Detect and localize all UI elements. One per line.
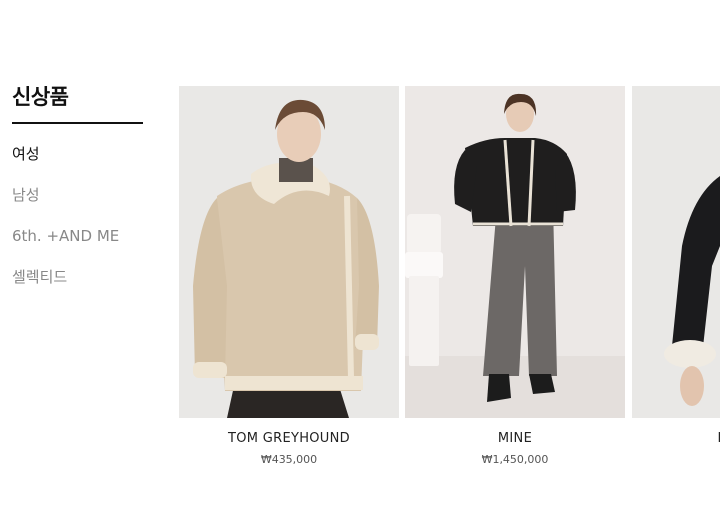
product-price-2: ₩1,450,000	[481, 453, 549, 466]
product-image-1[interactable]	[179, 86, 399, 418]
sidebar-item-6th-and-me[interactable]: 6th. +AND ME	[12, 226, 143, 267]
sidebar-item-women[interactable]: 여성	[12, 144, 143, 185]
product-carousel: TOM GREYHOUND ₩435,000 MINE ₩1,450,000	[179, 86, 720, 486]
product-photo-1	[179, 86, 399, 418]
product-photo-2	[405, 86, 625, 418]
product-card-1[interactable]: TOM GREYHOUND ₩435,000	[179, 86, 399, 467]
sidebar-title: 신상품	[12, 82, 143, 124]
product-name-1[interactable]: TOM GREYHOUND	[179, 431, 399, 447]
sidebar-list: 여성 남성 6th. +AND ME 셀렉티드	[12, 144, 143, 308]
product-card-2[interactable]: MINE ₩1,450,000	[405, 86, 625, 467]
product-image-3[interactable]	[632, 86, 720, 418]
product-price-1: ₩435,000	[260, 453, 318, 466]
sidebar-item-men[interactable]: 남성	[12, 185, 143, 226]
page: 신상품 여성 남성 6th. +AND ME 셀렉티드 TOM GREYHOUN…	[0, 0, 720, 508]
product-photo-3	[632, 86, 720, 418]
product-card-3[interactable]: FOURM ₩	[632, 86, 720, 467]
category-sidebar: 신상품 여성 남성 6th. +AND ME 셀렉티드	[12, 82, 143, 308]
product-name-2[interactable]: MINE	[405, 431, 625, 447]
sidebar-item-selected[interactable]: 셀렉티드	[12, 267, 143, 308]
product-price-3: ₩	[632, 453, 720, 467]
product-image-2[interactable]	[405, 86, 625, 418]
product-name-3[interactable]: FOURM	[632, 431, 720, 447]
